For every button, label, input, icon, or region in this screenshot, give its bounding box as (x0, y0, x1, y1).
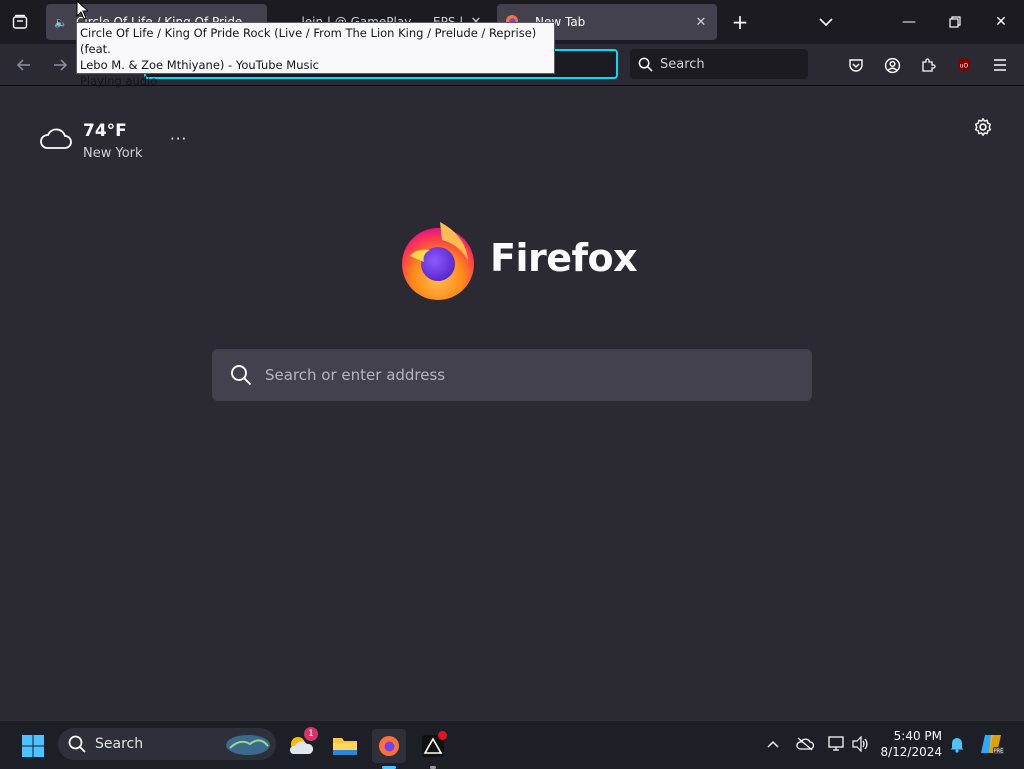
onedrive-tray-button[interactable] (794, 733, 816, 755)
restore-button[interactable] (932, 0, 978, 44)
plus-icon: + (731, 10, 749, 34)
start-button[interactable] (16, 729, 50, 763)
speaker-icon[interactable]: 🔈 (54, 16, 76, 29)
firefox-wordmark: Firefox (490, 236, 638, 280)
forward-button[interactable] (46, 52, 74, 78)
firefox-view-icon (12, 14, 28, 29)
close-window-button[interactable]: ✕ (978, 0, 1024, 44)
tab-tooltip: Circle Of Life / King Of Pride Rock (Liv… (76, 22, 555, 88)
mouse-cursor-icon (76, 0, 88, 20)
folder-icon (333, 738, 357, 755)
taskbar-clock[interactable]: 5:40 PM 8/12/2024 (876, 728, 942, 760)
windows-logo-icon (22, 735, 44, 757)
search-icon (231, 365, 252, 386)
newtab-search-placeholder: Search or enter address (265, 366, 446, 384)
close-icon: ✕ (995, 14, 1007, 30)
gear-icon[interactable] (972, 116, 994, 138)
volume-tray-button[interactable] (850, 733, 872, 755)
taskbar-search-label: Search (95, 736, 144, 752)
clock-time: 5:40 PM (893, 729, 942, 743)
speaker-icon (852, 736, 868, 752)
network-tray-button[interactable] (826, 733, 848, 755)
widgets-button[interactable]: 1 (284, 727, 318, 763)
bell-icon (950, 738, 964, 753)
app-menu-button[interactable] (986, 52, 1014, 78)
hamburger-menu-icon (994, 59, 1006, 71)
list-all-tabs-button[interactable] (814, 8, 838, 36)
search-icon (68, 735, 86, 753)
restore-icon (949, 16, 961, 28)
puzzle-icon (922, 58, 936, 72)
new-tab-button[interactable]: + (728, 8, 752, 36)
weather-context-menu-button[interactable]: ··· (170, 130, 187, 148)
weather-location[interactable]: New York (83, 146, 143, 161)
toolbar-search-box[interactable]: Search (630, 49, 808, 79)
minimize-icon: — (902, 14, 916, 30)
account-button[interactable] (878, 52, 906, 78)
firefox-taskbar-button[interactable] (372, 729, 406, 769)
network-icon (828, 736, 844, 751)
chevron-up-icon (767, 740, 779, 748)
tooltip-title-line-2: Lebo M. & Zoe Mthiyane) - YouTube Music (80, 58, 319, 72)
extensions-button[interactable] (914, 52, 942, 78)
ublock-icon: uO (958, 58, 970, 72)
ublock-origin-button[interactable]: uO (950, 52, 978, 78)
clock-date: 8/12/2024 (880, 745, 942, 759)
copilot-icon: PRE (981, 735, 1004, 755)
svg-text:PRE: PRE (994, 749, 1004, 755)
firefox-logo-icon (402, 222, 474, 300)
file-explorer-button[interactable] (328, 729, 362, 763)
pocket-icon (849, 59, 863, 72)
svg-text:uO: uO (960, 63, 969, 70)
tooltip-status: Playing audio (80, 74, 158, 88)
back-arrow-icon (16, 59, 30, 71)
close-tab-icon[interactable]: ✕ (693, 15, 709, 30)
minimize-button[interactable]: — (886, 0, 932, 44)
cloud-offline-icon (796, 737, 814, 751)
app-badge-dot (438, 731, 447, 740)
app-taskbar-button[interactable] (416, 729, 450, 769)
forward-arrow-icon (54, 59, 68, 71)
search-placeholder: Search (660, 56, 705, 72)
notification-badge: 1 (304, 727, 318, 741)
firefox-view-button[interactable] (8, 8, 32, 36)
firefox-icon (379, 736, 399, 756)
newtab-search-box[interactable]: Search or enter address (212, 349, 812, 401)
show-hidden-icons-button[interactable] (762, 733, 784, 755)
pocket-button[interactable] (842, 52, 870, 78)
account-icon (884, 57, 900, 73)
chevron-down-icon (819, 18, 833, 27)
cloud-icon (40, 128, 72, 149)
taskbar-search-box[interactable]: Search (58, 728, 276, 760)
tooltip-title-line-1: Circle Of Life / King Of Pride Rock (Liv… (80, 26, 537, 56)
copilot-button[interactable]: PRE (978, 733, 1006, 755)
weather-temperature[interactable]: 74°F (83, 121, 127, 141)
back-button[interactable] (10, 52, 38, 78)
notifications-button[interactable] (946, 733, 968, 755)
search-highlight-icon (226, 735, 270, 755)
search-icon (638, 57, 653, 72)
